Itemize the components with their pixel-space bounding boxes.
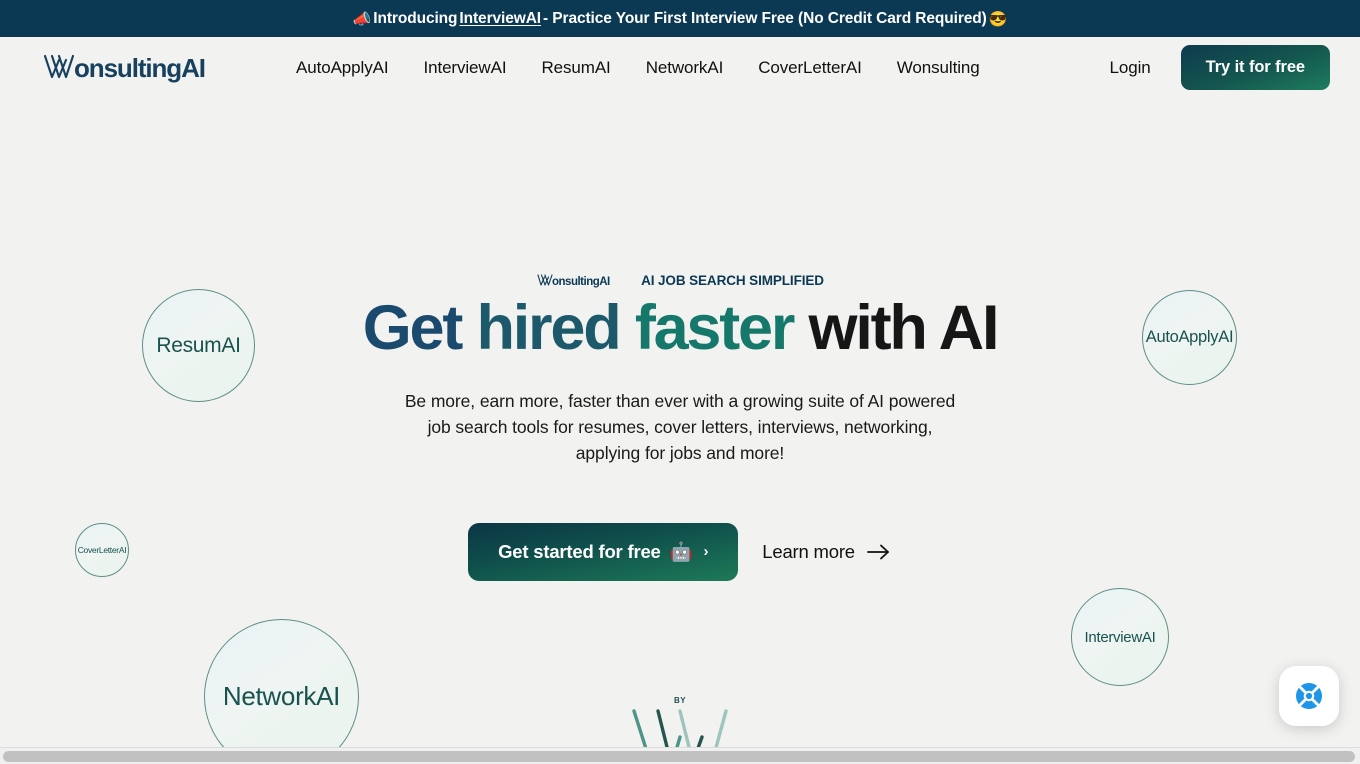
hero-subtitle: Be more, earn more, faster than ever wit…: [404, 391, 956, 464]
scrollbar-thumb[interactable]: [3, 751, 1355, 762]
bubble-networkai[interactable]: NetworkAI: [204, 619, 359, 764]
hero-section: ResumAI AutoApplyAI CoverLetterAI Interv…: [0, 98, 1360, 764]
login-link[interactable]: Login: [1110, 58, 1151, 78]
bubble-interviewai[interactable]: InterviewAI: [1071, 588, 1169, 686]
arrow-right-icon: [866, 544, 889, 560]
svg-text:onsultingAI: onsultingAI: [552, 276, 610, 288]
learn-more-link[interactable]: Learn more: [762, 541, 892, 563]
megaphone-icon: 📣: [352, 10, 372, 28]
support-widget-button[interactable]: [1279, 666, 1339, 726]
watermark-by-label: BY: [674, 696, 686, 705]
headline-word-withai: with AI: [808, 293, 1000, 363]
sunglasses-icon: 😎: [988, 10, 1008, 28]
hero-actions: Get started for free 🤖 › Learn more: [468, 522, 892, 581]
svg-text:onsultingAI: onsultingAI: [74, 53, 205, 83]
announcement-interviewai-link[interactable]: InterviewAI: [459, 10, 541, 28]
nav-link-autoapplyai[interactable]: AutoApplyAI: [296, 58, 389, 78]
try-it-for-free-button[interactable]: Try it for free: [1180, 45, 1330, 90]
hero-eyebrow-text: AI JOB SEARCH SIMPLIFIED: [641, 273, 824, 288]
wonsultingai-small-logo-icon: onsultingAI: [537, 274, 611, 288]
lifebuoy-icon: [1296, 683, 1322, 709]
get-started-for-free-button[interactable]: Get started for free 🤖 ›: [468, 522, 739, 581]
robot-icon: 🤖: [669, 540, 693, 562]
nav-link-resumai[interactable]: ResumAI: [541, 58, 610, 78]
nav-link-coverletterai[interactable]: CoverLetterAI: [758, 58, 862, 78]
nav-link-interviewai[interactable]: InterviewAI: [423, 58, 506, 78]
nav-link-networkai[interactable]: NetworkAI: [646, 58, 724, 78]
headline-word-hired: hired: [476, 293, 621, 363]
get-started-label: Get started for free: [498, 540, 661, 562]
announcement-bar[interactable]: 📣 Introducing InterviewAI - Practice You…: [0, 0, 1360, 37]
announcement-rest-text: - Practice Your First Interview Free (No…: [543, 9, 987, 27]
horizontal-scrollbar[interactable]: [0, 747, 1360, 764]
primary-nav: AutoApplyAI InterviewAI ResumAI NetworkA…: [296, 58, 1110, 78]
announcement-intro-text: Introducing: [373, 9, 458, 27]
hero-copy: onsultingAI AI JOB SEARCH SIMPLIFIED Get…: [0, 98, 1360, 581]
chevron-right-icon: ›: [703, 543, 709, 561]
wonsultingai-logo-icon: onsultingAI: [43, 53, 206, 83]
nav-link-wonsulting[interactable]: Wonsulting: [897, 58, 980, 78]
hero-headline: Get hired faster with AI: [362, 293, 1000, 363]
header-actions: Login Try it for free: [1110, 45, 1330, 90]
site-header: onsultingAI AutoApplyAI InterviewAI Resu…: [0, 37, 1360, 98]
headline-word-get: Get: [362, 293, 464, 363]
headline-word-faster: faster: [634, 293, 796, 363]
learn-more-label: Learn more: [762, 540, 855, 562]
brand-logo[interactable]: onsultingAI: [40, 51, 232, 85]
hero-eyebrow: onsultingAI AI JOB SEARCH SIMPLIFIED: [536, 273, 824, 288]
